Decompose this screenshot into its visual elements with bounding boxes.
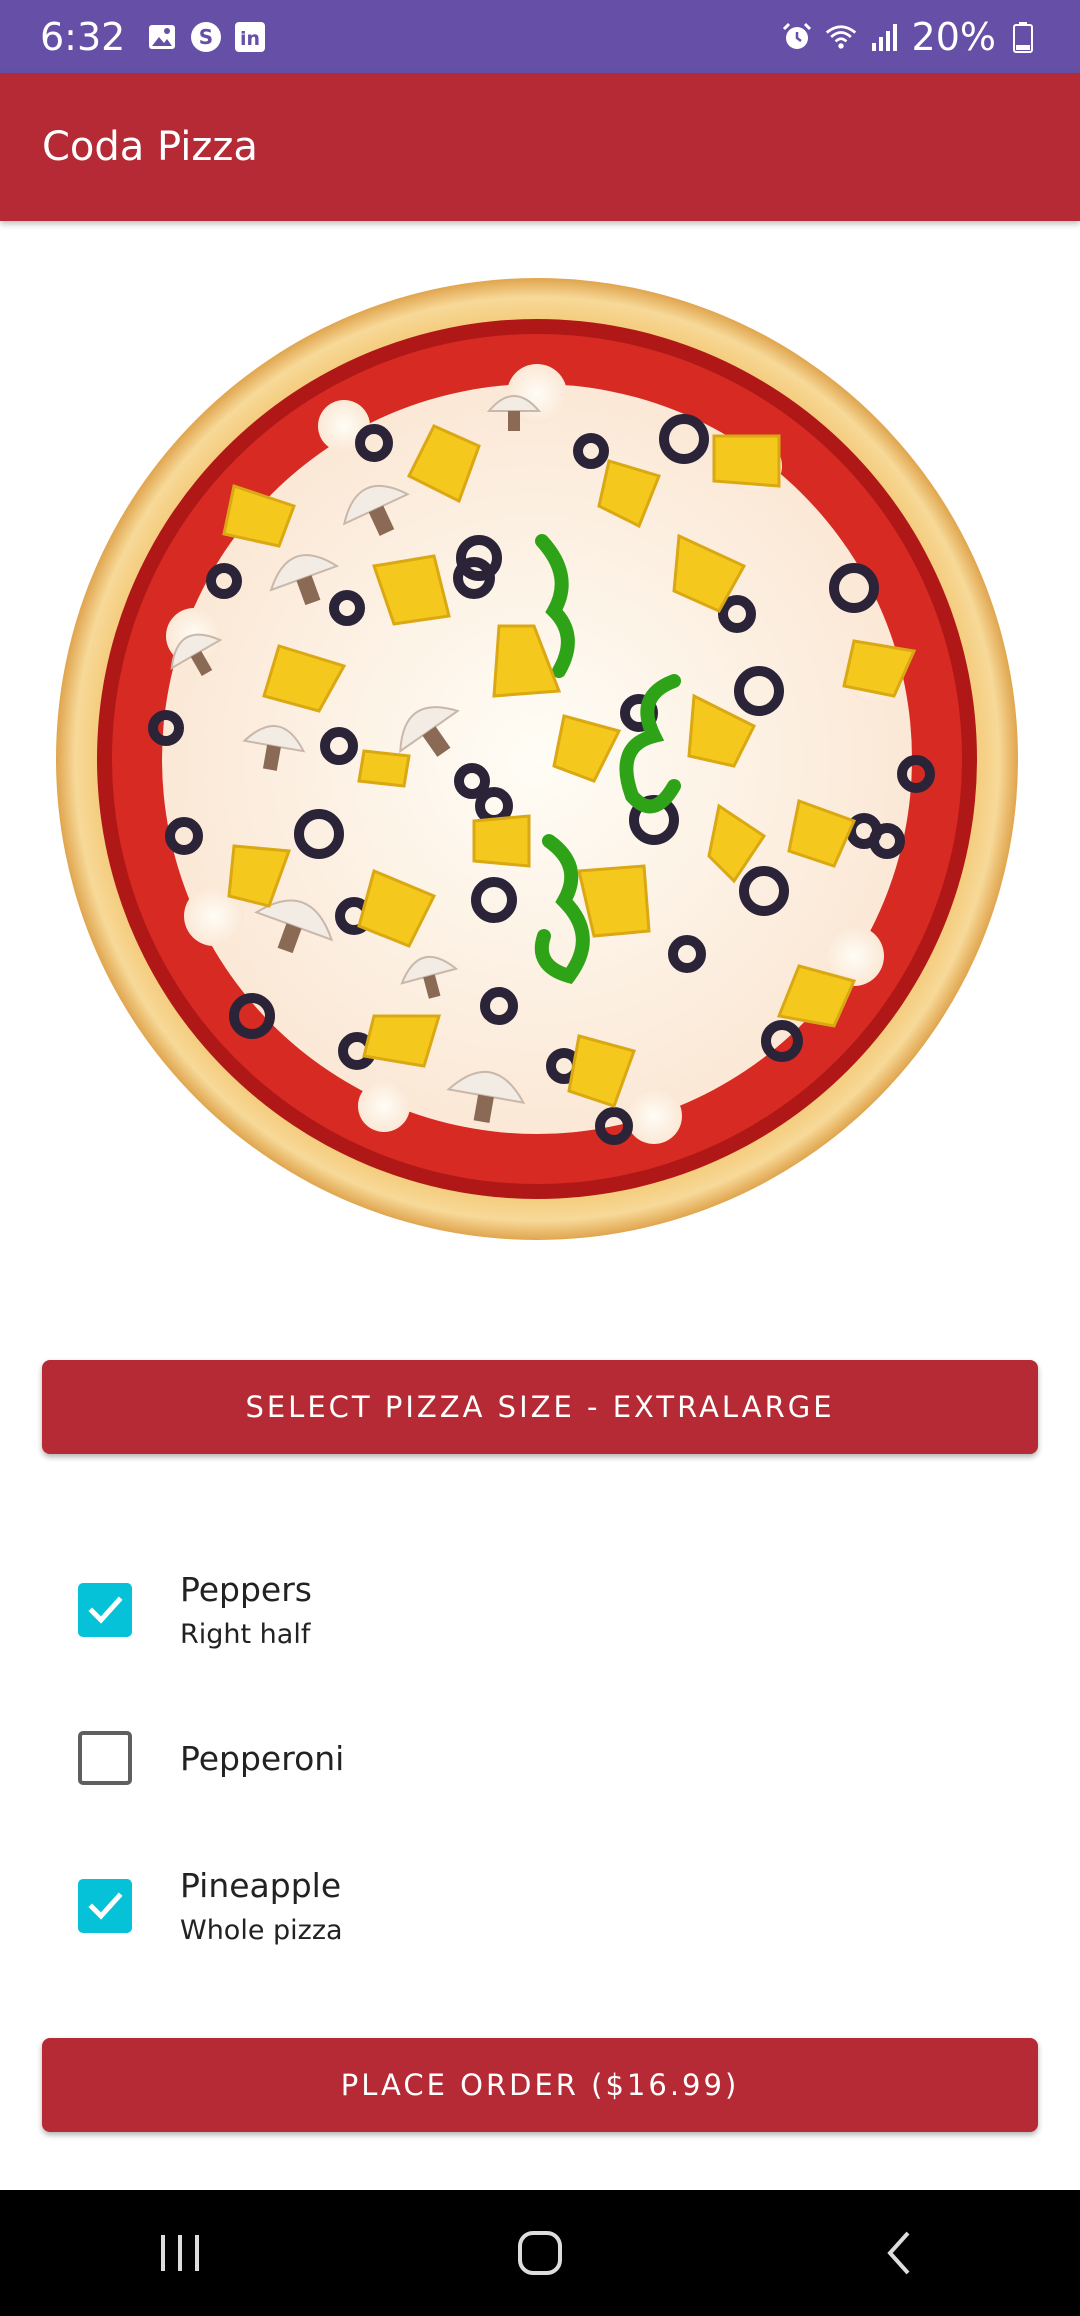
topping-text: Pineapple Whole pizza (180, 1866, 343, 1946)
pizza-icon (56, 278, 1018, 1240)
status-bar: 6:32 S in 20% (0, 0, 1080, 73)
checkmark-icon (88, 1892, 123, 1920)
alarm-icon (780, 20, 814, 54)
topping-name: Peppers (180, 1570, 312, 1609)
home-icon[interactable] (490, 2213, 590, 2293)
back-icon[interactable] (850, 2213, 950, 2293)
sync-icon: S (189, 20, 223, 54)
app-bar: Coda Pizza (0, 73, 1080, 221)
topping-name: Pineapple (180, 1866, 342, 1905)
topping-row-pineapple[interactable]: Pineapple Whole pizza (0, 1836, 1080, 1976)
status-time: 6:32 (40, 14, 126, 59)
status-left: 6:32 S in (40, 15, 267, 59)
svg-text:S: S (199, 25, 213, 49)
topping-placement: Right half (180, 1619, 311, 1650)
recents-icon[interactable] (130, 2213, 230, 2293)
topping-placement: Whole pizza (180, 1915, 343, 1946)
peppers-checkbox[interactable] (78, 1583, 132, 1637)
pineapple-checkbox[interactable] (78, 1879, 132, 1933)
topping-row-pepperoni[interactable]: Pepperoni (0, 1688, 1080, 1828)
place-order-button[interactable]: PLACE ORDER ($16.99) (42, 2038, 1038, 2132)
checkmark-icon (88, 1596, 123, 1624)
svg-text:in: in (240, 28, 260, 50)
app-title: Coda Pizza (42, 124, 258, 170)
battery-icon (1006, 20, 1040, 54)
topping-text: Pepperoni (180, 1739, 344, 1778)
linkedin-icon: in (233, 20, 267, 54)
pizza-image (54, 276, 1020, 1242)
topping-name: Pepperoni (180, 1738, 345, 1778)
topping-text: Peppers Right half (180, 1570, 312, 1650)
status-right: 20% (780, 15, 1040, 59)
pepperoni-checkbox[interactable] (78, 1731, 132, 1785)
topping-row-peppers[interactable]: Peppers Right half (0, 1540, 1080, 1680)
wifi-icon (824, 20, 858, 54)
image-icon (145, 20, 179, 54)
select-size-button[interactable]: SELECT PIZZA SIZE - EXTRALARGE (42, 1360, 1038, 1454)
navigation-bar (0, 2190, 1080, 2316)
battery-percent: 20% (911, 14, 996, 59)
signal-icon (868, 20, 902, 54)
